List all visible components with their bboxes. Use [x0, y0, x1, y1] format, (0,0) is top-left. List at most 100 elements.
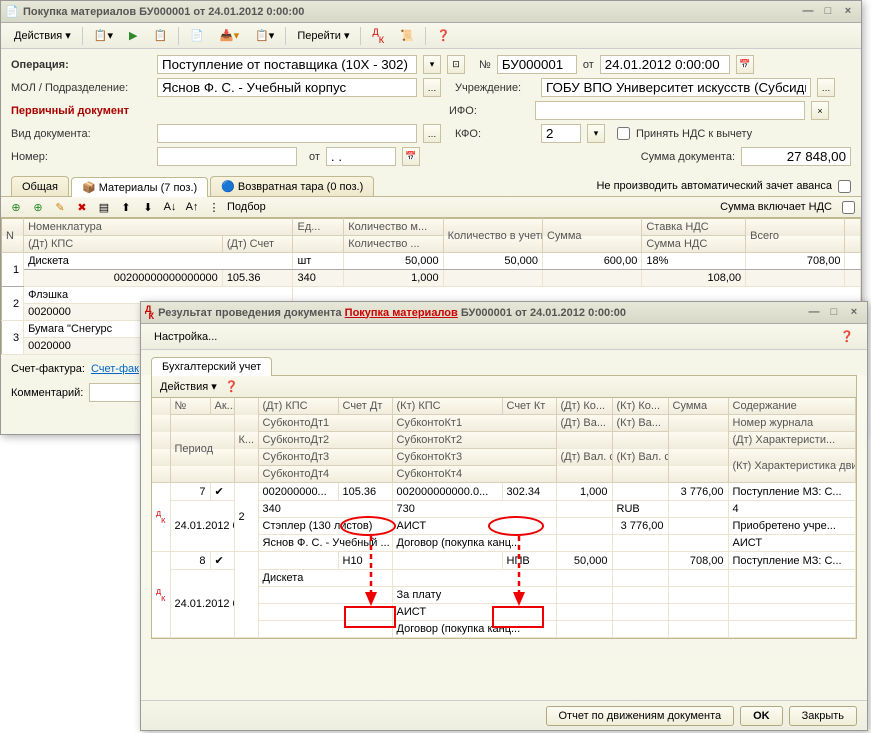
sum-incl-label: Сумма включает НДС: [720, 201, 832, 213]
vid-label: Вид документа:: [11, 128, 151, 140]
dk-icon: ДК: [145, 304, 154, 322]
sort-icon[interactable]: A↓: [161, 198, 179, 216]
ot-label: от: [583, 59, 594, 71]
maximize-button[interactable]: □: [825, 306, 843, 320]
minimize-button[interactable]: —: [805, 306, 823, 320]
dots-button[interactable]: …: [423, 78, 441, 97]
operation-input[interactable]: [157, 55, 417, 74]
date2-input[interactable]: [326, 147, 396, 166]
nds-label: Принять НДС к вычету: [636, 128, 752, 140]
podbor-button[interactable]: Подбор: [227, 201, 266, 213]
tab-returnable[interactable]: 🔵 Возвратная тара (0 поз.): [210, 176, 374, 196]
ifo-input[interactable]: [535, 101, 805, 120]
primary-doc-label: Первичный документ: [11, 105, 151, 117]
report-button[interactable]: Отчет по движениям документа: [546, 706, 735, 726]
operation-label: Операция:: [11, 59, 151, 71]
titlebar: 📄 Покупка материалов БУ000001 от 24.01.2…: [1, 1, 861, 23]
accounting-grid[interactable]: №Ак...К... (Дт) КПССчет Дт (Кт) КПССчет …: [152, 398, 856, 638]
ok-button[interactable]: OK: [740, 706, 783, 726]
sf-label: Счет-фактура:: [11, 363, 85, 375]
table-row[interactable]: За плату: [152, 587, 856, 604]
select-button[interactable]: ⊡: [447, 55, 465, 74]
calendar-button[interactable]: 📅: [402, 147, 420, 166]
ot2-label: от: [309, 151, 320, 163]
tab-accounting[interactable]: Бухгалтерский учет: [151, 357, 272, 376]
help-icon[interactable]: ❓: [833, 327, 861, 346]
calendar-button[interactable]: 📅: [736, 55, 754, 74]
goto-menu[interactable]: Перейти ▾: [290, 26, 356, 45]
add-copy-icon[interactable]: ⊕: [29, 198, 47, 216]
tab-materials[interactable]: 📦 Материалы (7 поз.): [71, 177, 208, 197]
sumdoc-label: Сумма документа:: [641, 151, 735, 163]
window-title: Покупка материалов БУ000001 от 24.01.201…: [23, 6, 799, 18]
date-input[interactable]: [600, 55, 730, 74]
toolbar-icon[interactable]: 📄: [183, 26, 211, 45]
main-toolbar: Действия ▾ 📋▾ ▶ 📋 📄 📥▾ 📋▾ Перейти ▾ ДК 📜…: [1, 23, 861, 49]
mop-label: МОЛ / Подразделение:: [11, 82, 151, 94]
table-row[interactable]: Яснов Ф. С. - Учебный ...Договор (покупк…: [152, 535, 856, 552]
sumdoc-input[interactable]: [741, 147, 851, 166]
add-row-icon[interactable]: ⊕: [7, 198, 25, 216]
table-row[interactable]: АИСТ: [152, 604, 856, 621]
titlebar: ДК Результат проведения документа Покупк…: [141, 302, 867, 324]
nds-checkbox[interactable]: [617, 127, 630, 140]
bottom-bar: Отчет по движениям документа OK Закрыть: [141, 700, 867, 730]
sort-icon[interactable]: A↑: [183, 198, 201, 216]
move-down-icon[interactable]: ⬇: [139, 198, 157, 216]
actions-menu[interactable]: Действия ▾: [160, 380, 217, 393]
actions-menu[interactable]: Действия ▾: [7, 26, 78, 45]
avans-checkbox[interactable]: [838, 180, 851, 193]
filter-icon[interactable]: ⋮: [205, 198, 223, 216]
mop-input[interactable]: [157, 78, 417, 97]
table-row[interactable]: Стэплер (130 листов)АИСТ 3 776,00Приобре…: [152, 518, 856, 535]
close-button[interactable]: ×: [839, 5, 857, 19]
vid-input[interactable]: [157, 124, 417, 143]
num-label: №: [479, 59, 491, 71]
toolbar-icon[interactable]: 📋: [146, 26, 174, 45]
clear-button[interactable]: ×: [811, 101, 829, 120]
kfo-input[interactable]: [541, 124, 581, 143]
edit-icon[interactable]: ✎: [51, 198, 69, 216]
move-up-icon[interactable]: ▤: [95, 198, 113, 216]
move-down-icon[interactable]: ⬆: [117, 198, 135, 216]
result-window: ДК Результат проведения документа Покупк…: [140, 301, 868, 731]
table-row[interactable]: ДК 8✔ Н10 НПВ 50,000 708,00Поступление М…: [152, 552, 856, 570]
table-row[interactable]: 24.01.2012 0:00:00 340730 RUB4: [152, 501, 856, 518]
dropdown-button[interactable]: ▾: [423, 55, 441, 74]
dropdown-button[interactable]: ▾: [587, 124, 605, 143]
table-row[interactable]: 24.01.2012 0:00:00 Дискета: [152, 570, 856, 587]
ifo-label: ИФО:: [449, 105, 529, 117]
help-icon[interactable]: ❓: [225, 380, 239, 393]
dots-button[interactable]: …: [423, 124, 441, 143]
nomer-input[interactable]: [157, 147, 297, 166]
toolbar-icon[interactable]: ▶: [122, 26, 144, 45]
settings-button[interactable]: Настройка...: [147, 328, 224, 346]
dots-button[interactable]: …: [817, 78, 835, 97]
delete-icon[interactable]: ✖: [73, 198, 91, 216]
maximize-button[interactable]: □: [819, 5, 837, 19]
table-row[interactable]: Договор (покупка канц...: [152, 621, 856, 638]
table-row[interactable]: 1 Дискета шт 50,000 50,000 600,00 18% 70…: [2, 253, 861, 270]
tab-general[interactable]: Общая: [11, 176, 69, 196]
toolbar-icon[interactable]: 📋▾: [248, 26, 281, 45]
toolbar-icon[interactable]: 📜: [393, 26, 421, 45]
close-button[interactable]: Закрыть: [789, 706, 857, 726]
window-title: Результат проведения документа Покупка м…: [158, 307, 805, 319]
table-row[interactable]: ДК 7✔2 002000000...105.36 002000000000.0…: [152, 483, 856, 501]
num-input[interactable]: [497, 55, 577, 74]
uchr-input[interactable]: [541, 78, 811, 97]
settings-toolbar: Настройка... ❓: [141, 324, 867, 350]
kfo-label: КФО:: [455, 128, 535, 140]
dk-icon[interactable]: ДК: [365, 24, 391, 48]
sf-link[interactable]: Счет-фак: [91, 363, 139, 375]
uchr-label: Учреждение:: [455, 82, 535, 94]
close-button[interactable]: ×: [845, 306, 863, 320]
minimize-button[interactable]: —: [799, 5, 817, 19]
toolbar-icon[interactable]: 📋▾: [87, 26, 120, 45]
toolbar-icon[interactable]: 📥▾: [213, 26, 246, 45]
table-row[interactable]: 00200000000000000 105.36 340 1,000 108,0…: [2, 270, 861, 287]
komm-label: Комментарий:: [11, 387, 83, 399]
nomer-label: Номер:: [11, 151, 151, 163]
help-icon[interactable]: ❓: [430, 26, 458, 45]
sum-incl-checkbox[interactable]: [842, 201, 855, 214]
